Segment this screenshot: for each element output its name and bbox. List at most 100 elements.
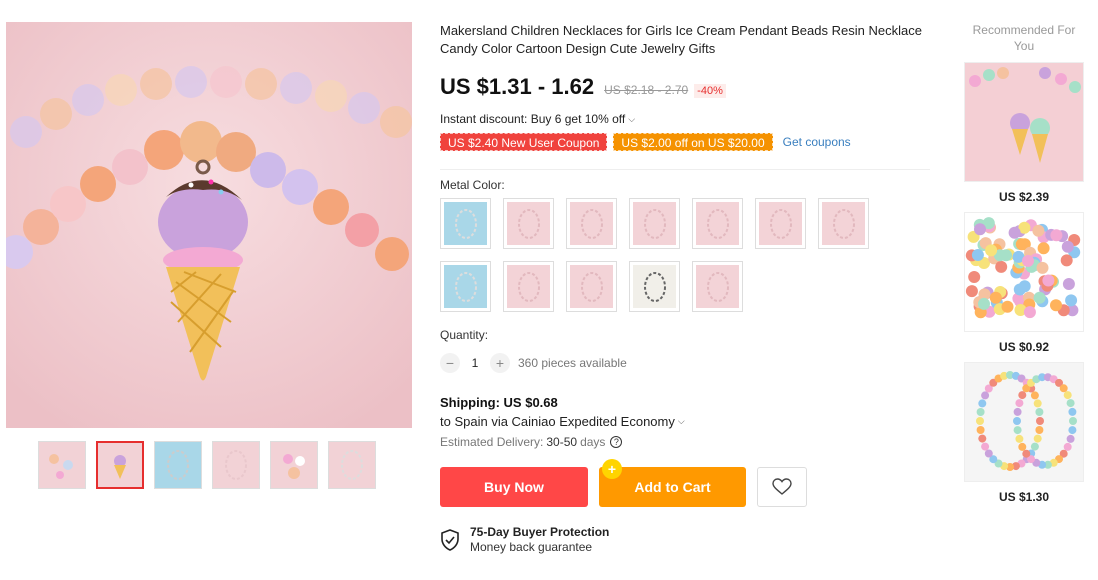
necklace-swatch-icon [769,208,792,239]
necklace-swatch-icon [454,271,477,302]
metal-color-label: Metal Color: [440,178,505,192]
shipping-cost: Shipping: US $0.68 [440,395,558,410]
swatch-image [444,202,487,245]
necklace-thumbnail-icon [283,454,305,479]
necklace-swatch-icon [643,271,666,302]
wishlist-button[interactable] [757,467,807,507]
necklace-swatch-icon [706,271,729,302]
divider [440,169,930,170]
recommended-item-price: US $1.30 [998,490,1050,504]
coupon-row: US $2.40 New User Coupon US $2.00 off on… [440,133,940,151]
cart-plus-badge-icon: + [602,459,622,479]
color-swatch-1[interactable] [440,198,491,249]
shipping-method-text: to Spain via Cainiao Expedited Economy [440,414,675,429]
pieces-available: 360 pieces available [518,356,627,370]
thumbnail-1[interactable] [38,441,86,489]
estimated-delivery-label: Estimated Delivery: [440,435,544,449]
color-swatch-2[interactable] [503,198,554,249]
heart-icon [772,478,792,495]
estimated-delivery-unit: days [580,435,606,449]
estimated-delivery-value: 30-50 [546,435,578,449]
color-swatch-11[interactable] [629,261,680,312]
recommended-item[interactable]: US $2.39 [964,62,1084,204]
recommended-title: Recommended For You [972,23,1076,53]
quantity-label: Quantity: [440,328,489,342]
thumbnail-4[interactable] [212,441,260,489]
color-swatch-5[interactable] [692,198,743,249]
necklace-swatch-icon [643,208,666,239]
necklace-thumbnail-icon [49,454,73,479]
swatch-image [570,265,613,308]
help-icon[interactable]: ? [610,436,623,448]
color-swatch-6[interactable] [755,198,806,249]
store-coupon[interactable]: US $2.00 off on US $20.00 [613,133,773,151]
buyer-protection: 75-Day Buyer Protection Money back guara… [440,525,940,555]
swatch-image [696,265,739,308]
decrease-quantity-button[interactable]: − [440,353,460,373]
ice-cream-necklace-image [965,63,1083,181]
recommended-item-price: US $0.92 [998,340,1050,354]
product-title: Makersland Children Necklaces for Girls … [440,23,922,56]
quantity-input[interactable]: 1 [460,356,490,370]
thumbnail-2[interactable] [96,441,144,489]
thumbnail-5[interactable] [270,441,318,489]
thumbnail-6[interactable] [328,441,376,489]
necklace-thumbnail-icon [225,450,247,480]
ice-cream-necklace-image [6,22,412,428]
swatch-image [570,202,613,245]
recommended-panel: Recommended For You US $2.39 US $0.92 US… [964,22,1084,504]
recommended-item-image [964,212,1084,332]
thumbnail-3[interactable] [154,441,202,489]
buy-now-button[interactable]: Buy Now [440,467,588,507]
necklace-swatch-icon [706,208,729,239]
current-price: US $1.31 - 1.62 [440,74,595,99]
chevron-down-icon: ⌵ [628,113,636,124]
instant-discount-text: Instant discount: Buy 6 get 10% off [440,112,626,126]
necklace-swatch-icon [580,271,603,302]
swatch-image [507,265,550,308]
product-main-image[interactable] [6,22,412,428]
price-row: US $1.31 - 1.62 US $2.18 - 2.70 -40% [440,74,940,100]
swatch-image [633,265,676,308]
recommended-item-price: US $2.39 [998,190,1050,204]
color-swatch-7[interactable] [818,198,869,249]
swatch-image [444,265,487,308]
recommended-item-image [964,62,1084,182]
necklace-swatch-icon [454,208,477,239]
swatch-image [822,202,865,245]
product-info: Makersland Children Necklaces for Girls … [440,22,940,555]
necklace-thumbnail-icon [341,450,363,480]
color-swatch-8[interactable] [440,261,491,312]
estimated-delivery: Estimated Delivery: 30-50 days ? [440,435,940,449]
necklace-swatch-icon [580,208,603,239]
recommended-item[interactable]: US $1.30 [964,362,1084,504]
color-swatch-9[interactable] [503,261,554,312]
buyer-protection-title: 75-Day Buyer Protection [470,525,610,539]
necklace-swatch-icon [517,208,540,239]
rainbow-necklace-image [965,363,1083,481]
color-swatch-3[interactable] [566,198,617,249]
instant-discount[interactable]: Instant discount: Buy 6 get 10% off ⌵ [440,112,940,126]
color-swatch-10[interactable] [566,261,617,312]
action-buttons: Buy Now Add to Cart + [440,459,940,507]
swatch-image [759,202,802,245]
buyer-protection-text: 75-Day Buyer Protection Money back guara… [470,525,609,555]
swatch-image [696,202,739,245]
recommended-item[interactable]: US $0.92 [964,212,1084,354]
shipping-method[interactable]: to Spain via Cainiao Expedited Economy ⌵ [440,414,940,429]
color-swatches [440,198,880,312]
color-swatch-4[interactable] [629,198,680,249]
color-swatch-12[interactable] [692,261,743,312]
chevron-down-icon: ⌵ [677,416,685,426]
ice-cream-thumbnail-icon [114,455,126,479]
get-coupons-link[interactable]: Get coupons [783,135,851,149]
swatch-image [507,202,550,245]
shield-check-icon [441,529,459,551]
buyer-protection-subtitle: Money back guarantee [470,540,593,554]
new-user-coupon[interactable]: US $2.40 New User Coupon [440,133,608,151]
increase-quantity-button[interactable]: + [490,353,510,373]
necklace-swatch-icon [517,271,540,302]
recommended-item-image [964,362,1084,482]
quantity-stepper: − 1 + 360 pieces available [440,353,940,373]
beads-image [965,213,1083,331]
